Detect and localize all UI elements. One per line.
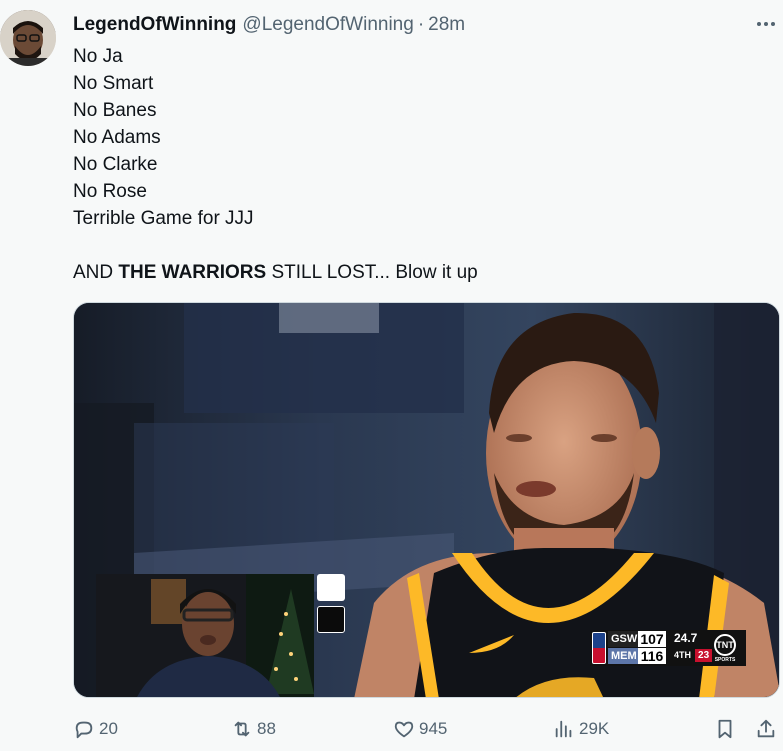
retweet-button[interactable]: 88: [231, 716, 276, 742]
scorebug: GSW 107 MEM 116 24.7 4TH 23 TNT SPORTS: [590, 630, 746, 666]
tweet-line: No Adams: [73, 127, 161, 148]
final-line-prefix: AND: [73, 262, 119, 283]
reply-icon: [75, 721, 93, 739]
like-count: 945: [419, 719, 448, 738]
team2-abbr: MEM: [608, 648, 638, 664]
scorebug-teams: GSW 107 MEM 116: [608, 630, 670, 666]
video-media[interactable]: GSW 107 MEM 116 24.7 4TH 23 TNT SPORTS: [73, 302, 780, 698]
retweet-count: 88: [257, 719, 276, 738]
tweet-line: No Banes: [73, 100, 157, 121]
timestamp[interactable]: 28m: [428, 14, 465, 36]
tweet-text: No Ja No Smart No Banes No Adams No Clar…: [73, 43, 763, 286]
final-line-bold: THE WARRIORS: [118, 262, 267, 283]
scorebug-clock: 24.7 4TH 23: [670, 630, 713, 666]
separator-dot: ·: [417, 14, 425, 35]
heart-icon: [394, 721, 414, 738]
tweet-line: No Ja: [73, 46, 123, 67]
avatar-image: [0, 10, 56, 66]
views-icon: [555, 720, 572, 738]
user-handle[interactable]: @LegendOfWinning: [242, 14, 413, 36]
tweet-final-line: AND THE WARRIORS STILL LOST... Blow it u…: [73, 259, 763, 286]
tweet-line: No Smart: [73, 73, 154, 94]
quarter: 4TH: [674, 650, 692, 660]
nba-logo-icon: [592, 632, 606, 664]
team2-score: 116: [638, 648, 666, 664]
avatar[interactable]: [0, 10, 56, 66]
streamer-webcam: [96, 574, 314, 697]
reply-button[interactable]: 20: [73, 716, 118, 742]
tnt-logo-icon: TNT SPORTS: [710, 630, 740, 666]
network-name: TNT: [714, 633, 736, 656]
views-button[interactable]: 29K: [553, 716, 609, 742]
like-button[interactable]: 945: [393, 716, 447, 742]
network-sub: SPORTS: [714, 656, 736, 663]
reply-count: 20: [99, 719, 118, 738]
retweet-icon: [234, 721, 250, 737]
bookmark-icon: [718, 719, 732, 739]
share-button[interactable]: [755, 716, 781, 742]
tweet-header: LegendOfWinning @LegendOfWinning · 28m: [73, 13, 465, 37]
overlay-logo-ad: [317, 574, 345, 601]
team1-score: 107: [638, 631, 666, 647]
display-name[interactable]: LegendOfWinning: [73, 14, 236, 36]
overlay-logo-channel: [317, 606, 345, 633]
views-count: 29K: [579, 719, 610, 738]
tweet[interactable]: LegendOfWinning @LegendOfWinning · 28m N…: [0, 0, 783, 751]
more-icon[interactable]: [752, 12, 780, 36]
team1-abbr: GSW: [608, 631, 638, 647]
action-bar: 20 88 945 29K: [73, 716, 783, 742]
tweet-line: No Rose: [73, 181, 147, 202]
bookmark-button[interactable]: [714, 716, 740, 742]
shot-clock: 24.7: [674, 631, 698, 645]
tweet-line: No Clarke: [73, 154, 158, 175]
final-line-suffix: STILL LOST... Blow it up: [266, 262, 478, 283]
tweet-line: Terrible Game for JJJ: [73, 208, 254, 229]
share-icon: [757, 719, 775, 738]
